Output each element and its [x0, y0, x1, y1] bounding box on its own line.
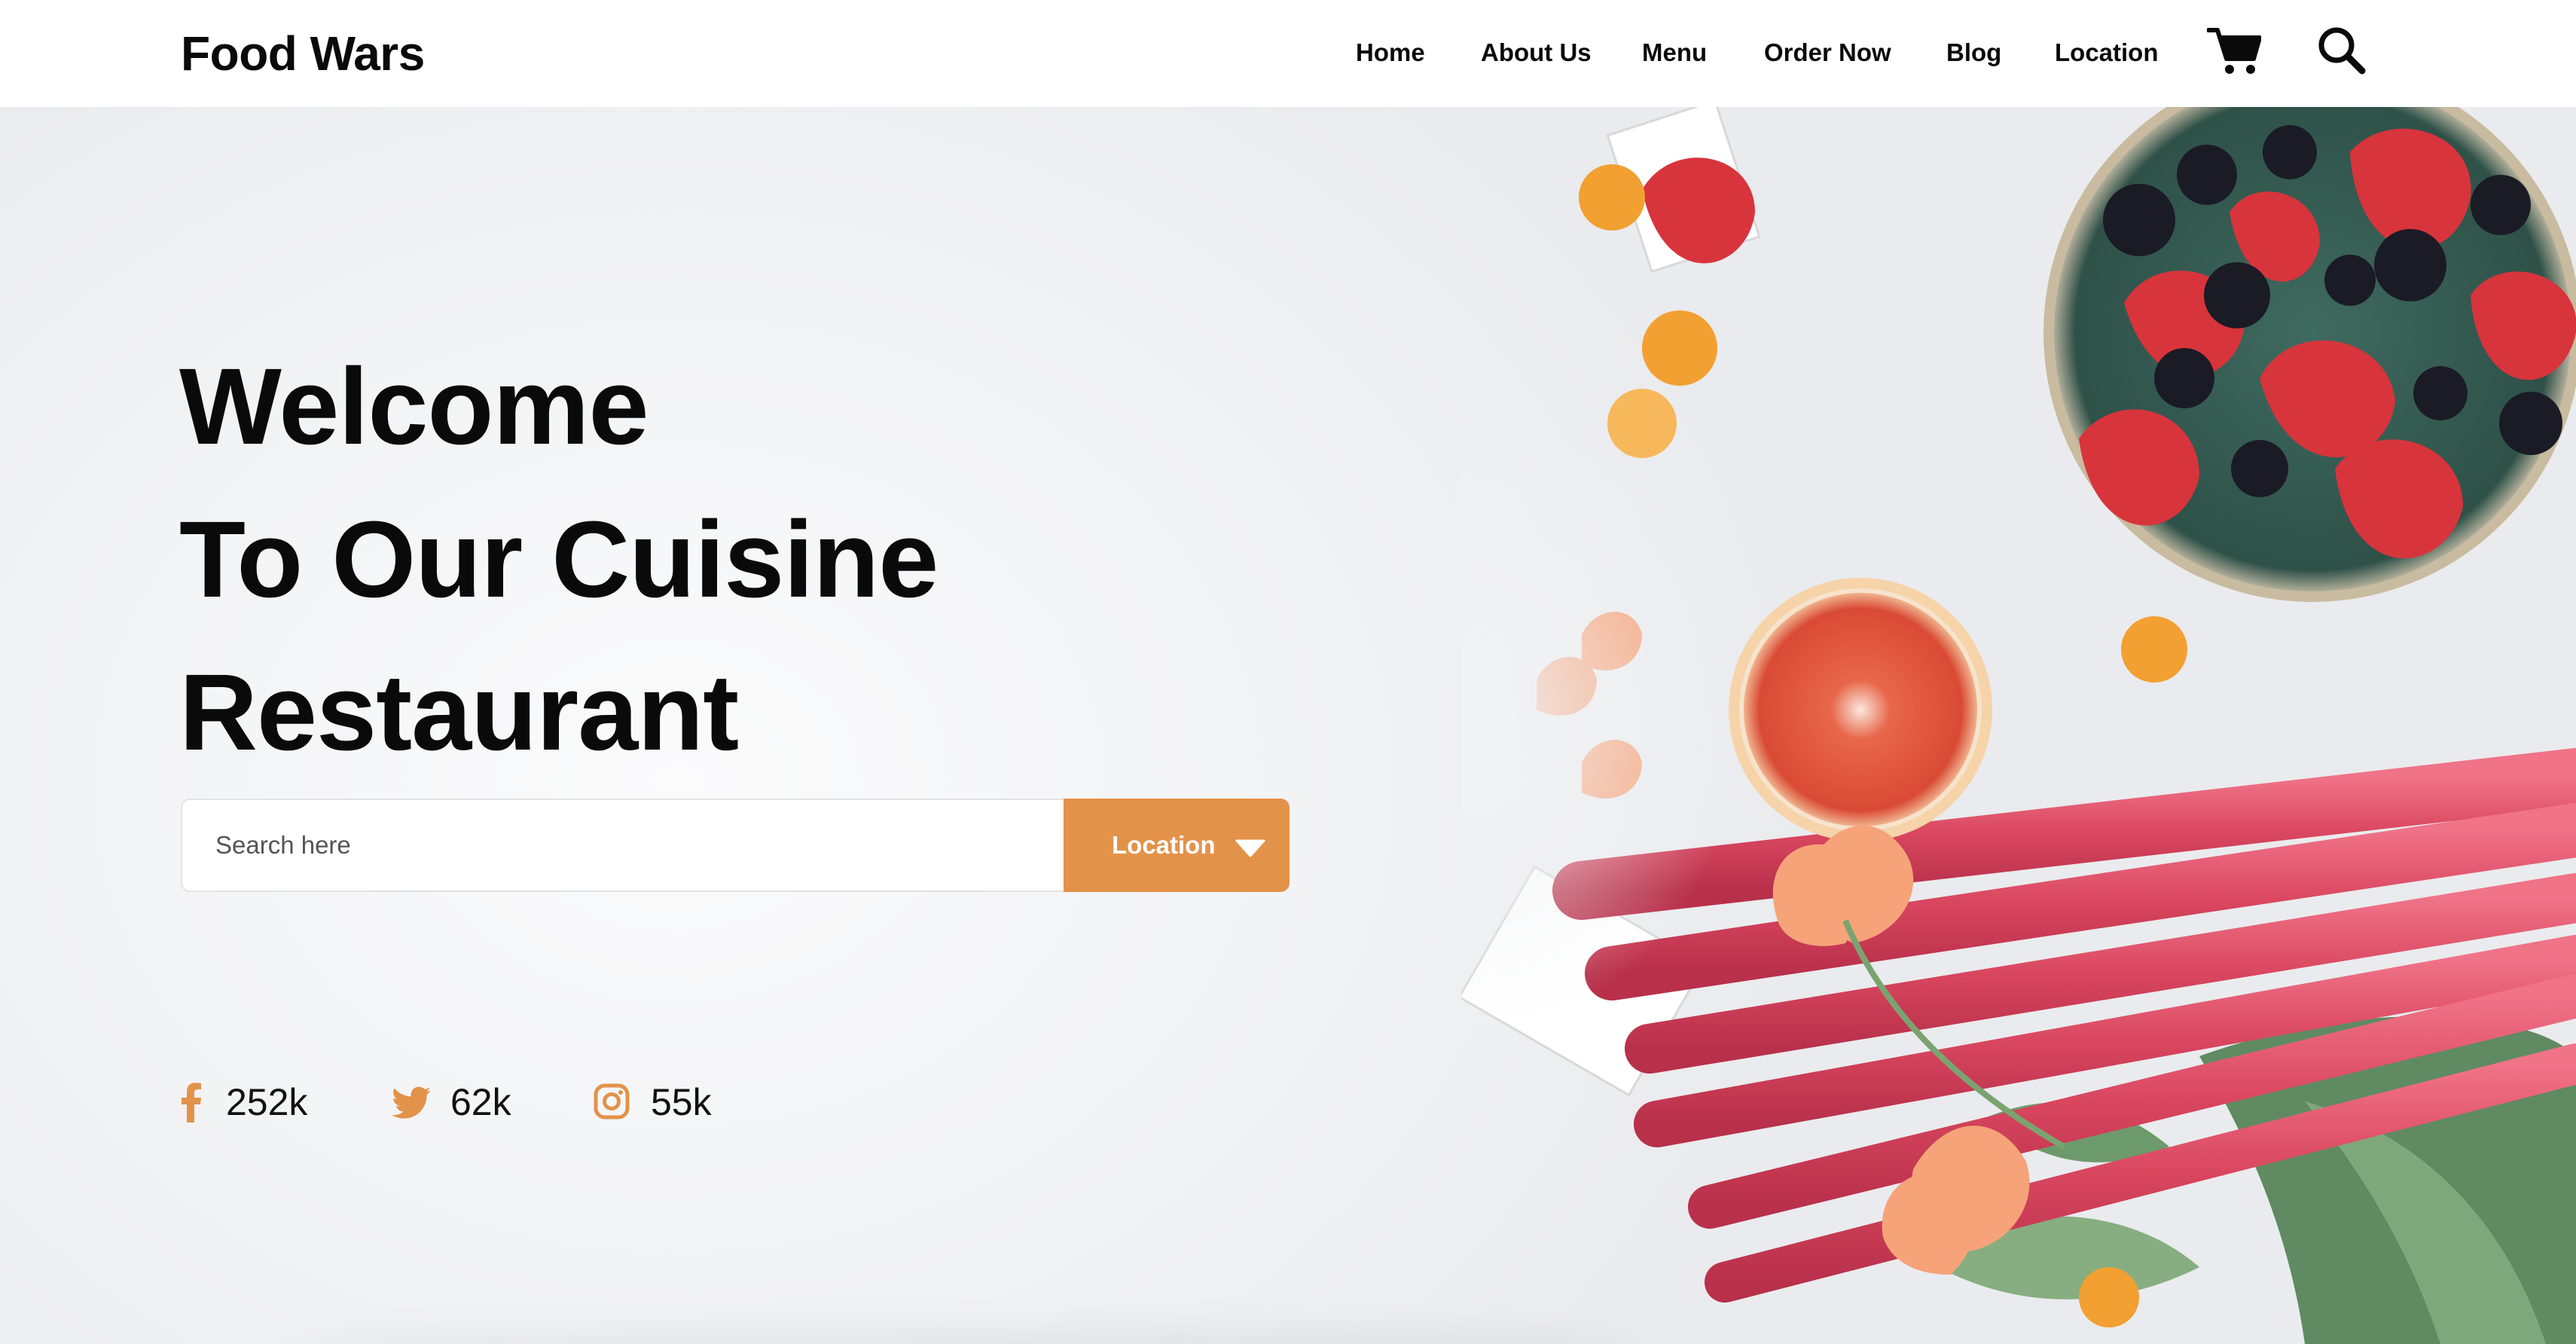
hero-bottom-shadow: [286, 1329, 1642, 1344]
twitter-link[interactable]: 62k: [392, 1079, 527, 1124]
search-input[interactable]: [182, 800, 1064, 890]
location-dropdown-button[interactable]: Location: [1064, 799, 1290, 892]
nav-home[interactable]: Home: [1356, 36, 1425, 69]
hero-section: Welcome To Our Cuisine Restaurant Locati…: [0, 107, 2576, 1344]
headline-line-1: Welcome: [179, 346, 649, 467]
nav-blog[interactable]: Blog: [1946, 36, 2001, 69]
site-header: Food Wars Home About Us Menu Order Now B…: [0, 0, 2576, 107]
hero-food-image: [1461, 107, 2576, 1344]
nav-about-us[interactable]: About Us: [1481, 36, 1592, 69]
twitter-icon: [392, 1086, 431, 1119]
headline-line-2: To Our Cuisine: [179, 499, 939, 620]
cart-icon[interactable]: [2206, 26, 2262, 79]
headline-line-3: Restaurant: [179, 652, 739, 773]
instagram-link[interactable]: 55k: [594, 1079, 729, 1124]
brand-logo[interactable]: Food Wars: [181, 27, 425, 80]
instagram-icon: [594, 1083, 630, 1119]
search-icon[interactable]: [2317, 26, 2367, 79]
twitter-count: 62k: [450, 1081, 511, 1123]
nav-menu[interactable]: Menu: [1642, 36, 1707, 69]
location-button-label: Location: [1112, 831, 1216, 859]
facebook-link[interactable]: 252k: [181, 1079, 316, 1124]
nav-location[interactable]: Location: [2055, 36, 2159, 69]
hero-headline: Welcome To Our Cuisine Restaurant: [179, 330, 939, 789]
facebook-icon: [182, 1083, 201, 1123]
facebook-count: 252k: [226, 1081, 308, 1123]
nav-order-now[interactable]: Order Now: [1764, 36, 1891, 69]
instagram-count: 55k: [651, 1081, 712, 1123]
caret-down-icon: [1235, 839, 1265, 857]
